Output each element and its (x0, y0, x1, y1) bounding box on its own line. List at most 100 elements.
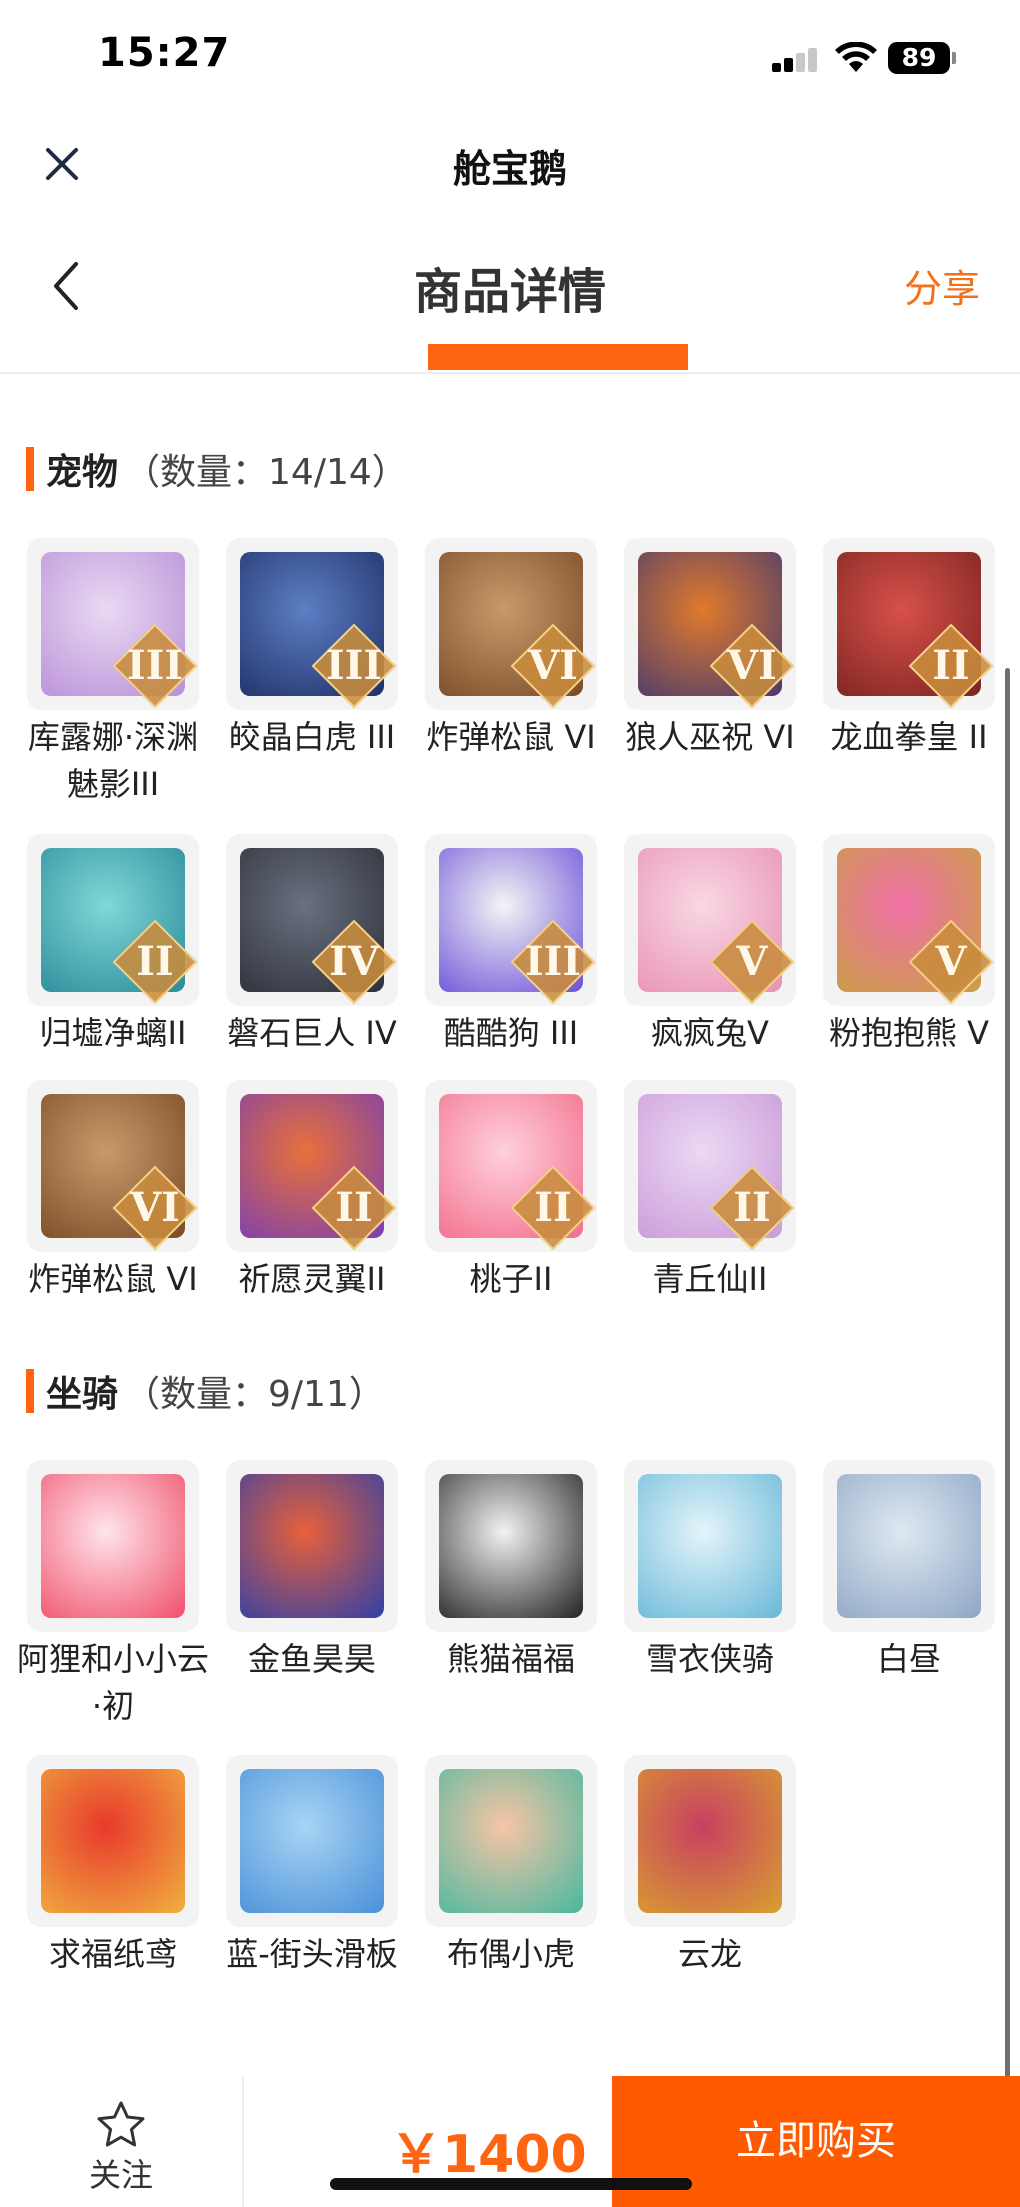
item-artwork (439, 1474, 583, 1618)
item-label: 云龙 (677, 1935, 742, 1973)
mini-program-title: 舱宝鹅 (452, 147, 567, 191)
section-count: （数量：14/14） (124, 452, 408, 493)
item-card[interactable]: 云龙 (623, 1755, 797, 1978)
grade-numeral: II (733, 1184, 771, 1231)
battery-level: 89 (888, 42, 950, 74)
item-image: III (425, 834, 597, 1006)
tab-indicator (428, 344, 688, 370)
item-card[interactable]: VI 狼人巫祝 VI (623, 538, 797, 761)
item-card[interactable]: 雪衣侠骑 (623, 1460, 797, 1683)
price: ￥1400 (390, 2125, 587, 2185)
item-label: 求福纸鸢 (48, 1935, 177, 1973)
item-image: VI (27, 1080, 199, 1252)
mini-program-header: 舱宝鹅 (0, 110, 1020, 220)
item-label: 布偶小虎 (446, 1935, 575, 1973)
item-label: 炸弹松鼠 VI (426, 718, 596, 756)
item-card[interactable]: II 桃子II (424, 1080, 598, 1303)
item-card[interactable]: II 祈愿灵翼II (225, 1080, 399, 1303)
item-label: 皎晶白虎 III (228, 718, 396, 756)
item-image: V (624, 834, 796, 1006)
item-image (823, 1460, 995, 1632)
item-label: 祈愿灵翼II (238, 1260, 386, 1298)
home-indicator (330, 2178, 692, 2190)
item-card[interactable]: VI 炸弹松鼠 VI (26, 1080, 200, 1303)
item-artwork (41, 1769, 185, 1913)
page-title: 商品详情 (413, 264, 606, 320)
item-card[interactable]: III 酷酷狗 III (424, 834, 598, 1057)
grade-numeral: II (136, 938, 174, 985)
item-label: 炸弹松鼠 VI (28, 1260, 198, 1298)
item-image (425, 1460, 597, 1632)
follow-label: 关注 (88, 2156, 153, 2194)
item-image: V (823, 834, 995, 1006)
item-image: II (823, 538, 995, 710)
grade-numeral: VI (528, 642, 578, 689)
item-image: II (425, 1080, 597, 1252)
item-card[interactable]: V 粉抱抱熊 V (822, 834, 996, 1057)
item-card[interactable]: II 青丘仙II (623, 1080, 797, 1303)
item-artwork (240, 1769, 384, 1913)
item-label: 熊猫福福 (446, 1640, 575, 1678)
item-image (27, 1460, 199, 1632)
grade-numeral: V (736, 938, 768, 985)
item-label: 磐石巨人 IV (227, 1014, 397, 1052)
status-bar: 15:27 89 (0, 0, 1020, 110)
grade-numeral: VI (130, 1184, 180, 1231)
item-card[interactable]: 蓝-街头滑板 (225, 1755, 399, 1978)
item-label: 库露娜·深渊魅影III (27, 718, 199, 803)
item-label: 粉抱抱熊 V (828, 1014, 990, 1052)
star-icon (97, 2101, 145, 2147)
item-card[interactable]: III 库露娜·深渊魅影III (26, 538, 200, 808)
grade-numeral: II (335, 1184, 373, 1231)
item-image (226, 1755, 398, 1927)
scrollbar[interactable] (1005, 668, 1010, 2088)
share-button[interactable]: 分享 (904, 258, 980, 313)
item-image: II (27, 834, 199, 1006)
item-artwork (638, 1769, 782, 1913)
grade-numeral: IV (329, 938, 379, 985)
item-image: III (27, 538, 199, 710)
item-artwork (439, 1769, 583, 1913)
item-artwork (837, 1474, 981, 1618)
grade-numeral: III (524, 938, 582, 985)
grade-numeral: III (325, 642, 383, 689)
grade-numeral: II (534, 1184, 572, 1231)
item-image: II (226, 1080, 398, 1252)
item-label: 酷酷狗 III (443, 1014, 579, 1052)
item-card[interactable]: III 皎晶白虎 III (225, 538, 399, 761)
item-card[interactable]: 熊猫福福 (424, 1460, 598, 1683)
item-label: 归墟净螭II (39, 1014, 187, 1052)
item-artwork (41, 1474, 185, 1618)
item-card[interactable]: II 归墟净螭II (26, 834, 200, 1057)
item-card[interactable]: 白昼 (822, 1460, 996, 1683)
item-card[interactable]: IV 磐石巨人 IV (225, 834, 399, 1057)
item-card[interactable]: V 疯疯兔V (623, 834, 797, 1057)
item-image (226, 1460, 398, 1632)
item-artwork (638, 1474, 782, 1618)
item-image (624, 1755, 796, 1927)
item-image (624, 1460, 796, 1632)
item-label: 疯疯兔V (651, 1014, 769, 1052)
item-image (425, 1755, 597, 1927)
item-image (27, 1755, 199, 1927)
grade-numeral: II (932, 642, 970, 689)
section-title: 宠物 (46, 452, 119, 493)
item-card[interactable]: 布偶小虎 (424, 1755, 598, 1978)
item-card[interactable]: 金鱼昊昊 (225, 1460, 399, 1683)
item-card[interactable]: VI 炸弹松鼠 VI (424, 538, 598, 761)
page-navigation: 商品详情 分享 (0, 220, 1020, 374)
section-accent-bar (26, 447, 34, 491)
item-card[interactable]: II 龙血拳皇 II (822, 538, 996, 761)
section-header-mounts: 坐骑 （数量：9/11） (26, 1366, 385, 1416)
cellular-signal-icon (772, 48, 818, 72)
item-label: 龙血拳皇 II (830, 718, 988, 756)
section-header-pets: 宠物 （数量：14/14） (26, 444, 408, 494)
item-image: VI (624, 538, 796, 710)
item-card[interactable]: 求福纸鸢 (26, 1755, 200, 1978)
item-card[interactable]: 阿狸和小小云·初 (17, 1460, 209, 1730)
item-label: 蓝-街头滑板 (226, 1935, 398, 1973)
follow-button[interactable]: 关注 (0, 2076, 244, 2207)
section-title: 坐骑 (46, 1374, 119, 1415)
section-accent-bar (26, 1369, 34, 1413)
item-image: VI (425, 538, 597, 710)
